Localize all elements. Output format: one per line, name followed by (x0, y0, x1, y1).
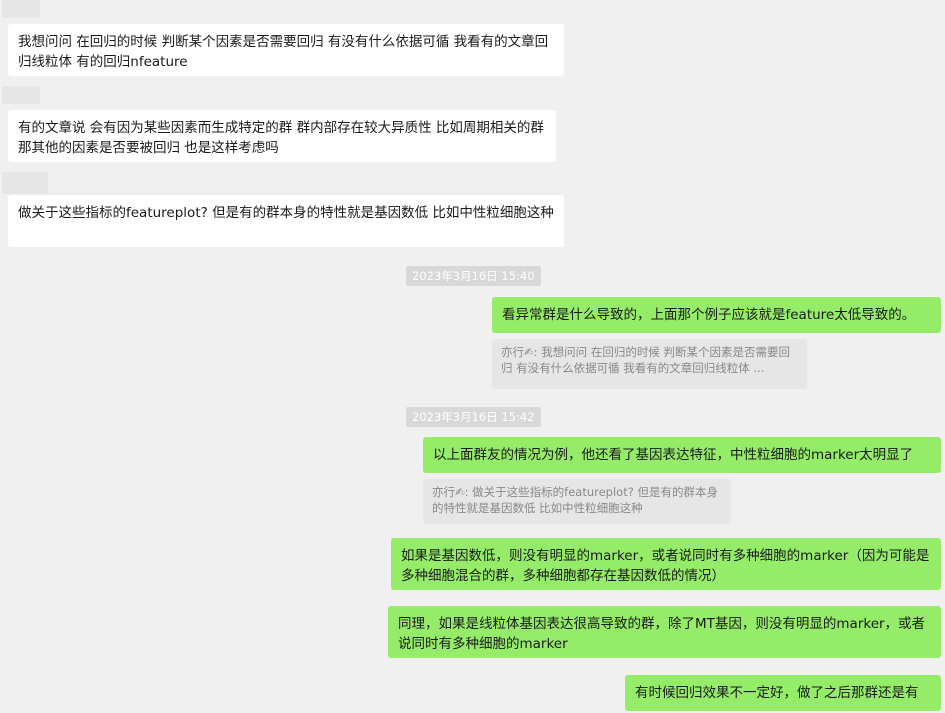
message-bubble-outgoing: 同理，如果是线粒体基因表达很高导致的群，除了MT基因，则没有明显的marker，… (388, 606, 941, 658)
message-bubble-outgoing: 有时候回归效果不一定好，做了之后那群还是有 (625, 675, 941, 711)
message-bubble-incoming: 做关于这些指标的featureplot? 但是有的群本身的特性就是基因数低 比如… (8, 195, 564, 247)
message-bubble-incoming: 有的文章说 会有因为某些因素而生成特定的群 群内部存在较大异质性 比如周期相关的… (8, 110, 556, 162)
message-bubble-outgoing: 以上面群友的情况为例，他还看了基因表达特征，中性粒细胞的marker太明显了 (423, 437, 941, 473)
timestamp: 2023年3月16日 15:42 (406, 407, 541, 427)
message-bubble-incoming: 我想问问 在回归的时候 判断某个因素是否需要回归 有没有什么依据可循 我看有的文… (8, 24, 564, 76)
timestamp: 2023年3月16日 15:40 (406, 266, 541, 286)
quoted-message[interactable]: 亦行✍: 我想问问 在回归的时候 判断某个因素是否需要回归 有没有什么依据可循 … (492, 339, 807, 389)
message-bubble-outgoing: 如果是基因数低，则没有明显的marker，或者说同时有多种细胞的marker（因… (391, 538, 941, 590)
avatar[interactable] (2, 0, 40, 18)
quoted-message[interactable]: 亦行✍: 做关于这些指标的featureplot? 但是有的群本身的特性就是基因… (423, 479, 731, 524)
avatar[interactable] (2, 86, 40, 104)
avatar[interactable] (2, 172, 48, 194)
message-bubble-outgoing: 看异常群是什么导致的，上面那个例子应该就是feature太低导致的。 (492, 297, 941, 333)
